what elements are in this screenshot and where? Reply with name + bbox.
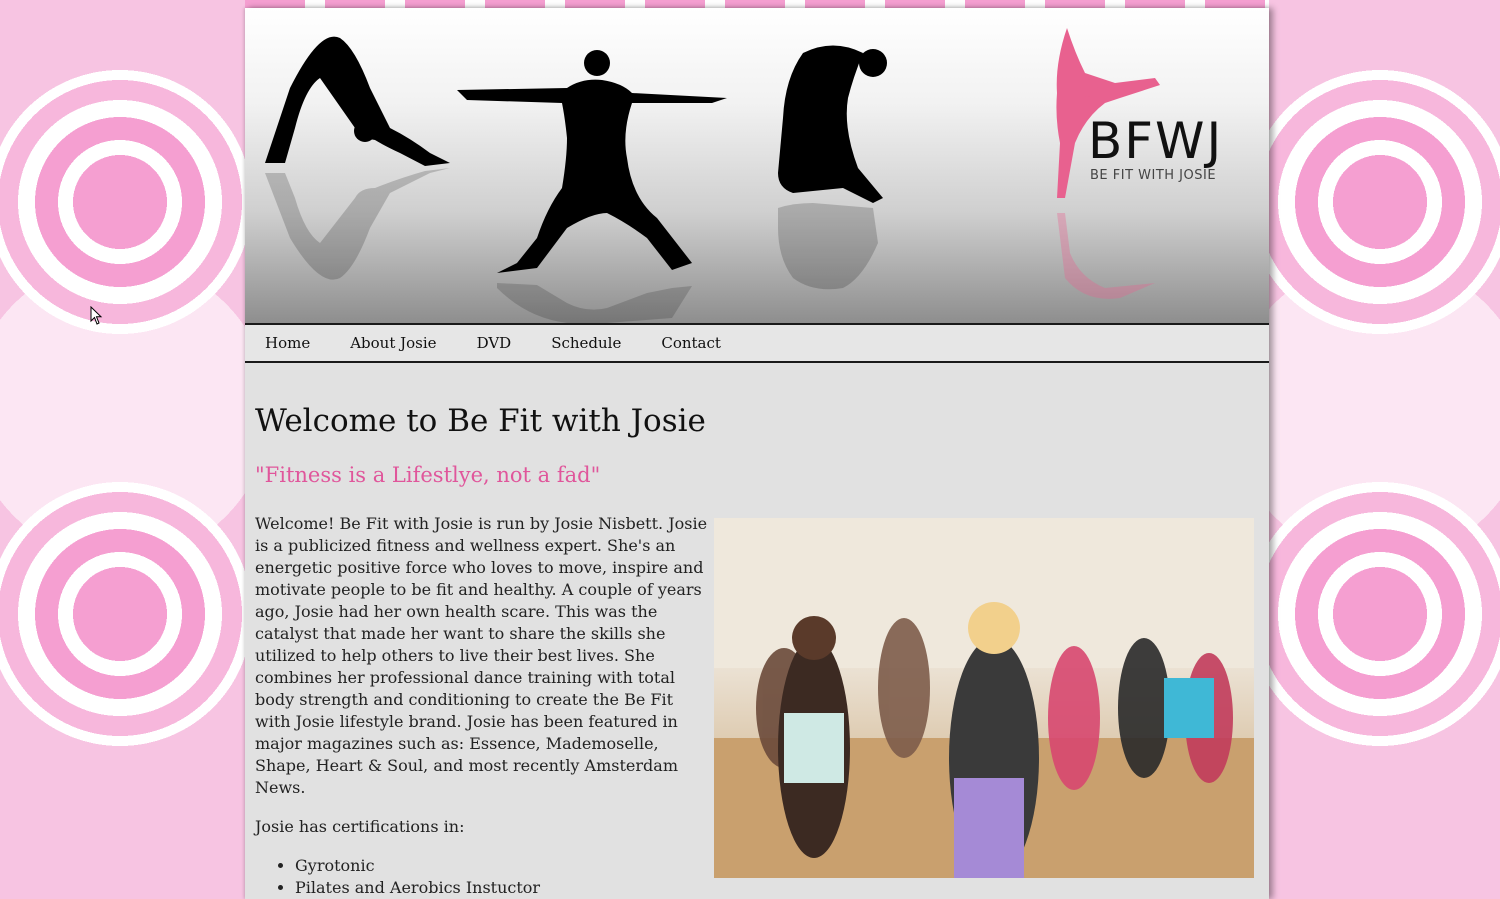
mouse-pointer-icon	[90, 306, 103, 325]
intro-paragraph: Welcome! Be Fit with Josie is run by Jos…	[255, 514, 708, 797]
certifications-list: Gyrotonic Pilates and Aerobics Instuctor	[255, 855, 540, 899]
background-stripe	[245, 0, 1269, 8]
page-title: Welcome to Be Fit with Josie	[255, 403, 706, 439]
nav-item-schedule[interactable]: Schedule	[551, 334, 621, 352]
yoga-pose-silhouette-3	[778, 45, 887, 290]
yoga-pose-silhouette-2	[457, 50, 727, 323]
list-item: Pilates and Aerobics Instuctor	[295, 877, 540, 899]
certifications-intro: Josie has certifications in:	[255, 817, 465, 836]
page-tagline: "Fitness is a Lifestlye, not a fad"	[255, 463, 601, 487]
logo-subtitle: BE FIT WITH JOSIE	[1090, 168, 1217, 183]
header-banner: BFWJ BE FIT WITH JOSIE	[245, 8, 1269, 323]
nav-item-dvd[interactable]: DVD	[477, 334, 512, 352]
dance-class-photo-icon	[714, 518, 1254, 878]
main-nav: Home About Josie DVD Schedule Contact	[245, 323, 1269, 363]
page-container: BFWJ BE FIT WITH JOSIE Home About Josie …	[245, 8, 1269, 899]
nav-item-contact[interactable]: Contact	[661, 334, 721, 352]
nav-item-home[interactable]: Home	[265, 334, 310, 352]
nav-item-about-josie[interactable]: About Josie	[350, 334, 436, 352]
logo-text: BFWJ	[1088, 112, 1224, 170]
fitness-class-photo	[714, 518, 1254, 878]
list-item: Gyrotonic	[295, 855, 540, 877]
yoga-pose-silhouette-1	[265, 36, 450, 280]
